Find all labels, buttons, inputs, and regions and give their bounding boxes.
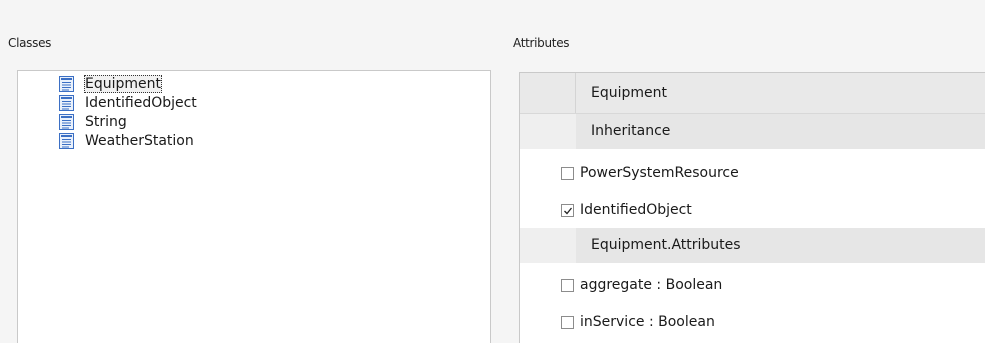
class-item-string[interactable]: String <box>59 112 128 132</box>
class-item-label: IdentifiedObject <box>85 95 197 111</box>
classes-label: Classes <box>8 36 52 50</box>
group-label: Equipment.Attributes <box>591 237 741 253</box>
checkbox-unchecked[interactable] <box>561 167 574 180</box>
group-label: Inheritance <box>591 123 671 139</box>
group-row-inheritance: Inheritance <box>520 114 985 149</box>
list-item-label: inService : Boolean <box>580 314 715 330</box>
header-divider <box>575 73 576 113</box>
attributes-header: Equipment <box>520 73 985 114</box>
class-attribute-selector: Classes Attributes Equipment IdentifiedO… <box>0 0 985 343</box>
class-icon <box>59 95 74 111</box>
list-item-label: PowerSystemResource <box>580 165 739 181</box>
class-item-label: String <box>85 114 127 130</box>
classes-list[interactable]: Equipment IdentifiedObject String Weathe… <box>17 70 491 343</box>
list-item-label: aggregate : Boolean <box>580 277 723 293</box>
attributes-label: Attributes <box>513 36 570 50</box>
list-item[interactable]: IdentifiedObject <box>520 193 985 230</box>
class-icon <box>59 133 74 149</box>
checkbox-checked[interactable] <box>561 204 574 217</box>
class-icon <box>59 114 74 130</box>
list-item[interactable]: PowerSystemResource <box>520 156 985 193</box>
group-row-attributes: Equipment.Attributes <box>520 228 985 263</box>
attributes-list: Equipment Inheritance PowerSystemResourc… <box>519 72 985 343</box>
list-item[interactable]: inService : Boolean <box>520 305 985 342</box>
class-icon <box>59 76 74 92</box>
checkmark-icon <box>564 207 573 215</box>
checkbox-unchecked[interactable] <box>561 279 574 292</box>
class-item-weatherstation[interactable]: WeatherStation <box>59 131 195 151</box>
class-item-label: WeatherStation <box>85 133 194 149</box>
list-item[interactable]: aggregate : Boolean <box>520 268 985 305</box>
class-item-equipment[interactable]: Equipment <box>59 74 162 94</box>
checkbox-unchecked[interactable] <box>561 316 574 329</box>
list-item-label: IdentifiedObject <box>580 202 692 218</box>
attributes-header-title: Equipment <box>591 85 667 101</box>
class-item-label: Equipment <box>84 75 162 93</box>
class-item-identifiedobject[interactable]: IdentifiedObject <box>59 93 198 113</box>
